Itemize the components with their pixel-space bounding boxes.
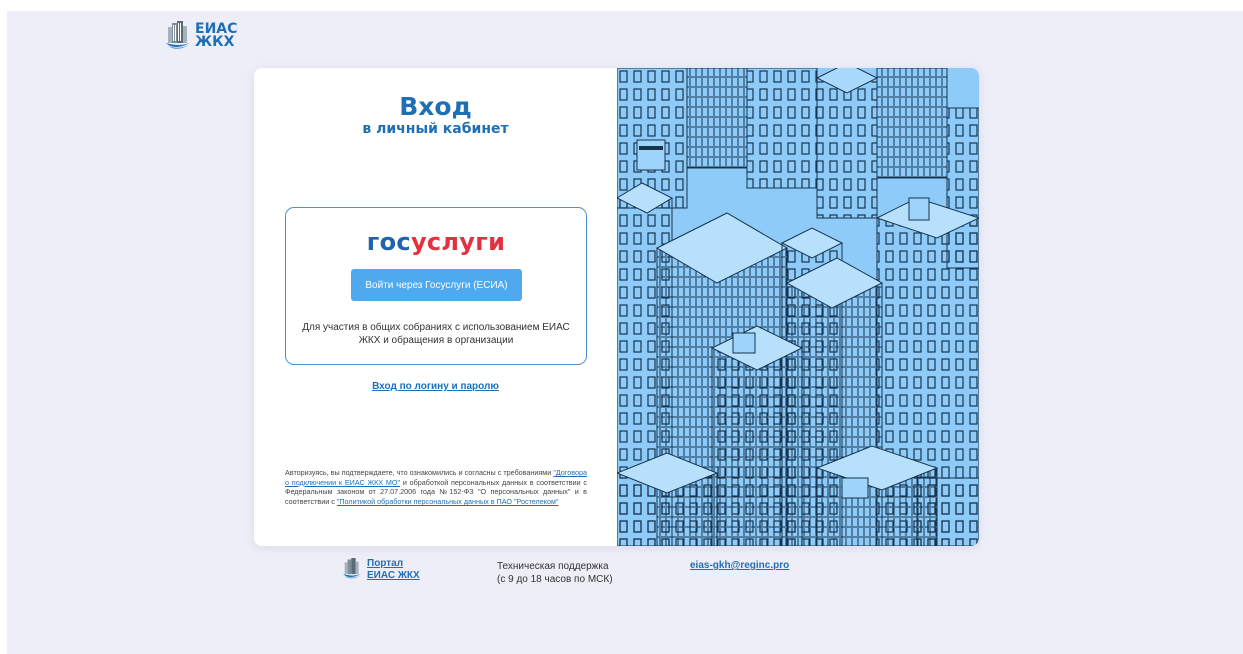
login-title-block: Вход в личный кабинет xyxy=(254,92,617,136)
gosuslugi-box: госуслуги Войти через Госуслуги (ЕСИА) Д… xyxy=(285,207,587,365)
privacy-policy-link[interactable]: "Политикой обработки персональных данных… xyxy=(337,497,559,506)
footer-portal-line1: Портал xyxy=(367,558,404,569)
agreement-text-part1: Авторизуясь, вы подтверждаете, что ознак… xyxy=(285,468,554,477)
support-title: Техническая поддержка xyxy=(497,561,609,572)
logo-text-line2: ЖКХ xyxy=(195,34,235,50)
support-email-link[interactable]: eias-gkh@reginc.pro xyxy=(690,560,789,571)
gosuslugi-logo-part2: услуги xyxy=(410,228,506,256)
gosuslugi-logo: госуслуги xyxy=(286,228,586,256)
gosuslugi-logo-part1: гос xyxy=(366,228,411,256)
building-logo-icon xyxy=(166,21,190,49)
footer-portal-line2: ЕИАС ЖКХ xyxy=(367,570,420,581)
page-subtitle: в личный кабинет xyxy=(362,121,509,137)
gosuslugi-login-button[interactable]: Войти через Госуслуги (ЕСИА) xyxy=(351,269,522,301)
city-illustration-svg xyxy=(617,68,979,546)
header-logo[interactable]: ЕИАС ЖКХ xyxy=(165,21,237,51)
building-logo-icon xyxy=(343,558,361,579)
login-panel: Вход в личный кабинет госуслуги Войти че… xyxy=(254,68,617,546)
gosuslugi-description: Для участия в общих собраниях с использо… xyxy=(302,322,570,346)
support-hours: (с 9 до 18 часов по МСК) xyxy=(497,574,613,585)
login-card: Вход в личный кабинет госуслуги Войти че… xyxy=(254,68,979,546)
footer-portal-link[interactable]: Портал ЕИАС ЖКХ xyxy=(342,558,420,582)
city-illustration xyxy=(617,68,979,546)
agreement-text: Авторизуясь, вы подтверждаете, что ознак… xyxy=(285,468,587,507)
page-title: Вход xyxy=(399,92,472,121)
password-login-link[interactable]: Вход по логину и паролю xyxy=(254,381,617,392)
support-info: Техническая поддержка (с 9 до 18 часов п… xyxy=(497,560,613,586)
footer: Портал ЕИАС ЖКХ Техническая поддержка (с… xyxy=(0,558,1243,598)
